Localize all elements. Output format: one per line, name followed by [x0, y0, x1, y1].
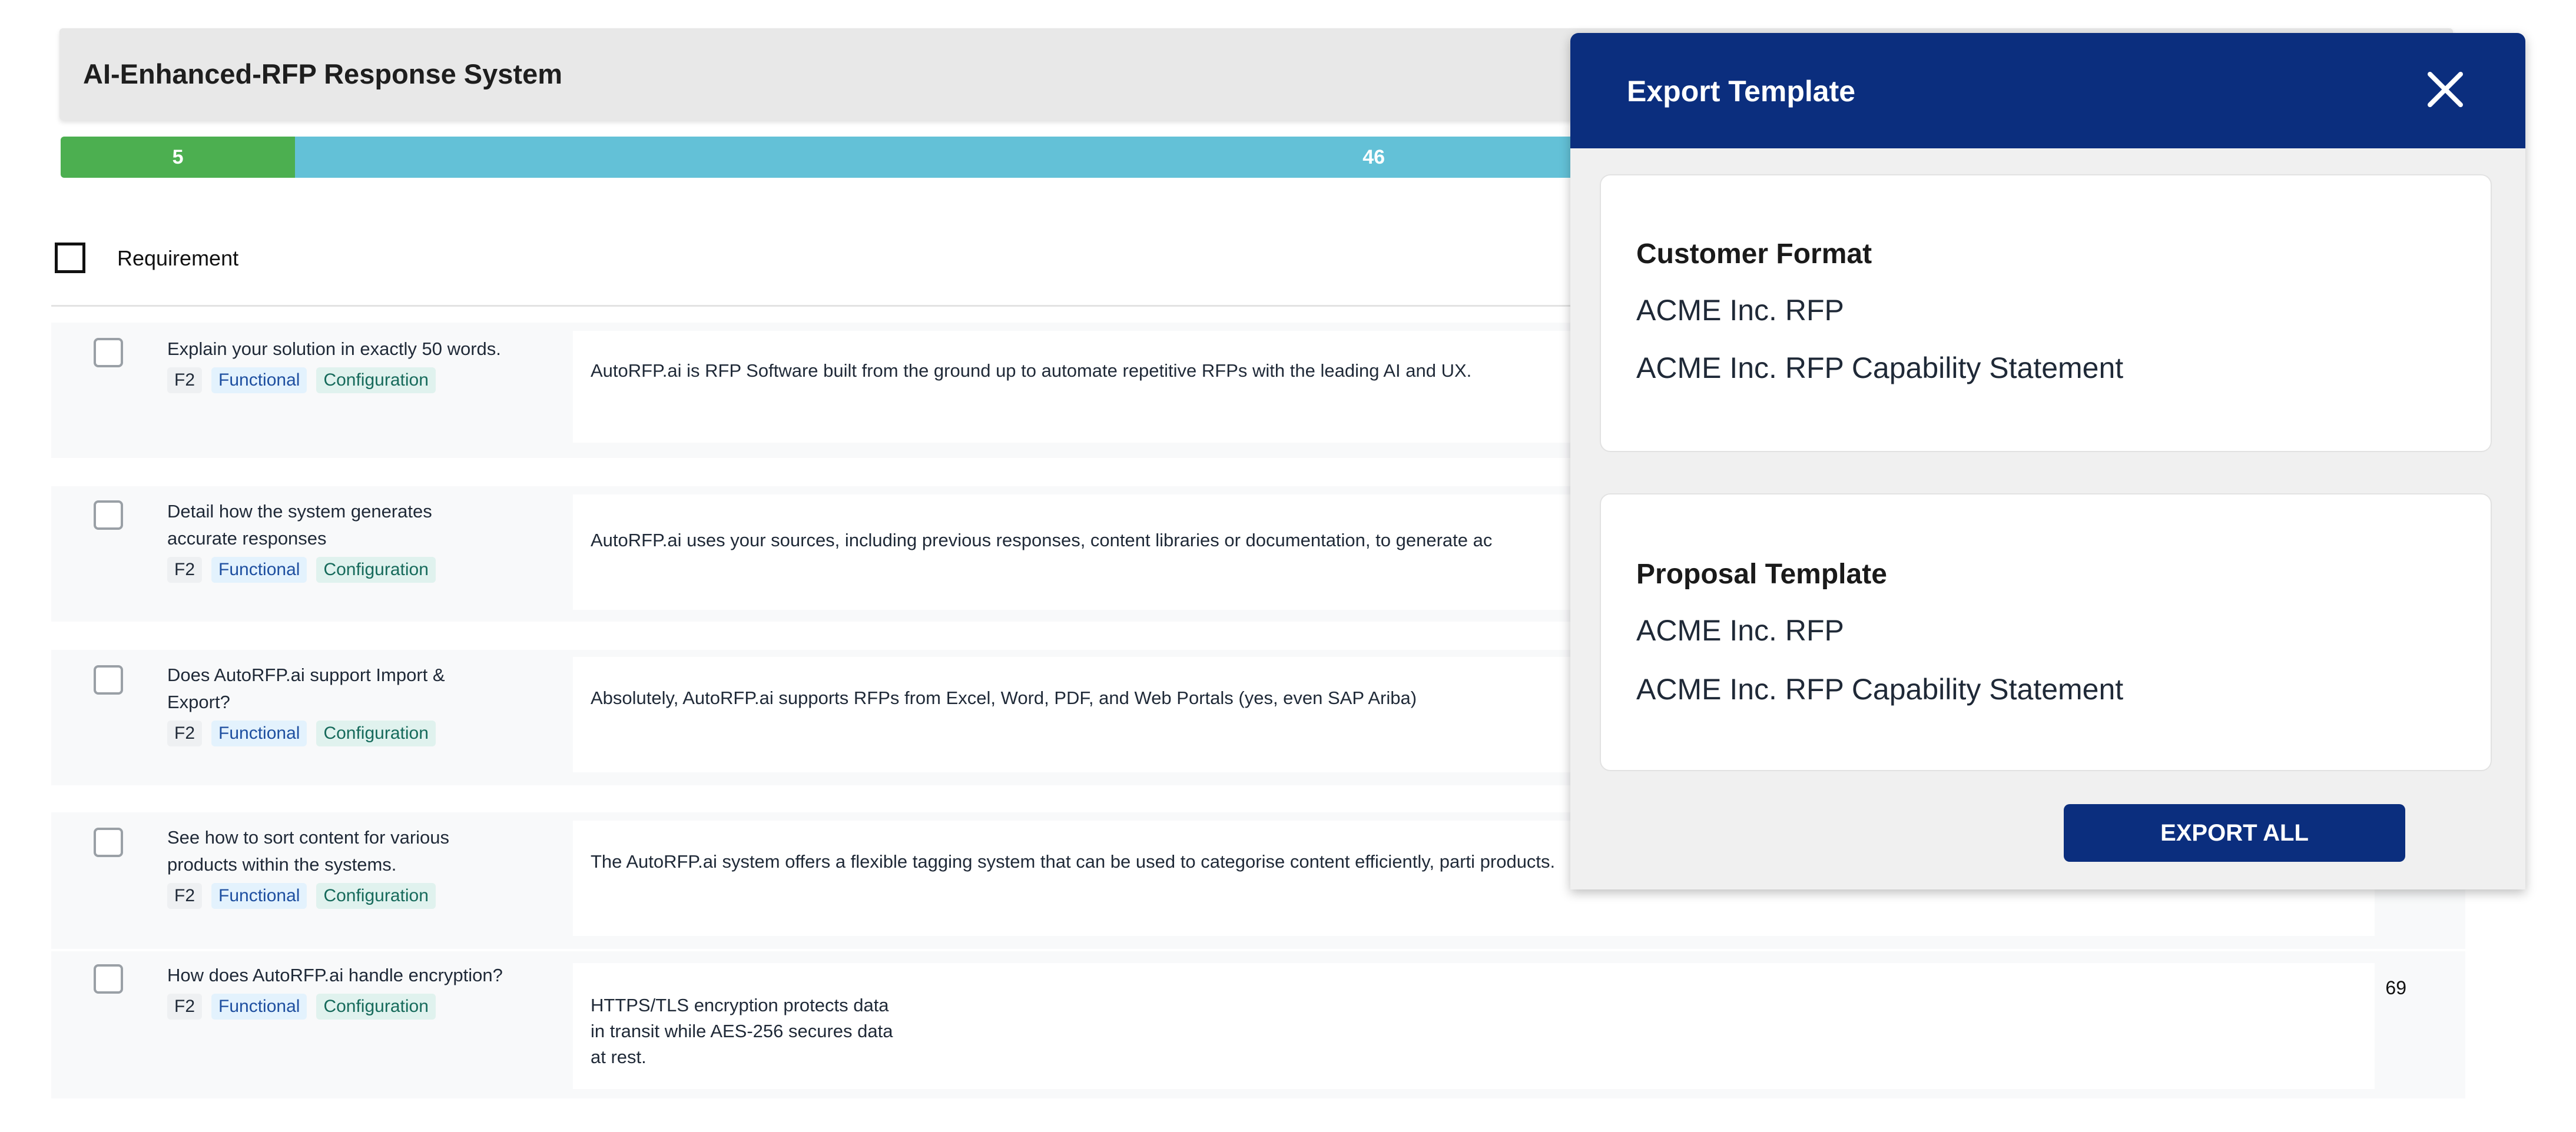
tag-code: F2	[167, 367, 203, 393]
table-row: How does AutoRFP.ai handle encryption? F…	[51, 951, 2465, 1098]
requirement-text: Explain your solution in exactly 50 word…	[167, 338, 501, 359]
tag-functional: Functional	[211, 721, 307, 746]
tag-list: F2 Functional Configuration	[167, 367, 550, 393]
tag-configuration: Configuration	[316, 994, 436, 1020]
tag-functional: Functional	[211, 367, 307, 393]
requirement-column-header: Requirement	[117, 246, 239, 270]
row-checkbox[interactable]	[94, 828, 123, 857]
panel-title: Export Template	[1627, 75, 1856, 108]
answer-text: HTTPS/TLS encryption protects data in tr…	[591, 995, 893, 1067]
select-all-checkbox[interactable]	[55, 243, 85, 273]
requirement-cell: Explain your solution in exactly 50 word…	[167, 336, 550, 393]
tag-code: F2	[167, 721, 203, 746]
proposal-template-card: Proposal Template ACME Inc. RFP ACME Inc…	[1600, 493, 2492, 771]
requirement-text: Detail how the system generates accurate…	[167, 501, 432, 549]
progress-segment-completed: 5	[61, 137, 296, 178]
tag-list: F2 Functional Configuration	[167, 721, 497, 746]
tag-functional: Functional	[211, 994, 307, 1020]
customer-format-option[interactable]: ACME Inc. RFP Capability Statement	[1636, 351, 2123, 385]
tag-configuration: Configuration	[316, 721, 436, 746]
tag-list: F2 Functional Configuration	[167, 883, 497, 909]
requirement-cell: Detail how the system generates accurate…	[167, 498, 497, 583]
panel-header: Export Template	[1570, 33, 2525, 148]
tag-configuration: Configuration	[316, 557, 436, 583]
app-title: AI-Enhanced-RFP Response System	[83, 58, 563, 89]
requirement-cell: How does AutoRFP.ai handle encryption? F…	[167, 962, 550, 1020]
tag-code: F2	[167, 994, 203, 1020]
proposal-template-option[interactable]: ACME Inc. RFP	[1636, 613, 1844, 648]
tag-code: F2	[167, 883, 203, 909]
customer-format-title: Customer Format	[1636, 238, 1872, 270]
tag-list: F2 Functional Configuration	[167, 557, 497, 583]
tag-functional: Functional	[211, 557, 307, 583]
requirement-text: Does AutoRFP.ai support Import & Export?	[167, 665, 445, 712]
tag-functional: Functional	[211, 883, 307, 909]
row-checkbox[interactable]	[94, 338, 123, 367]
tag-configuration: Configuration	[316, 367, 436, 393]
row-checkbox[interactable]	[94, 665, 123, 695]
row-checkbox[interactable]	[94, 964, 123, 994]
requirement-cell: Does AutoRFP.ai support Import & Export?…	[167, 662, 497, 746]
customer-format-card: Customer Format ACME Inc. RFP ACME Inc. …	[1600, 174, 2492, 452]
tag-configuration: Configuration	[316, 883, 436, 909]
tag-code: F2	[167, 557, 203, 583]
proposal-template-option[interactable]: ACME Inc. RFP Capability Statement	[1636, 672, 2123, 706]
close-icon[interactable]	[2424, 68, 2466, 111]
export-all-button[interactable]: EXPORT ALL	[2064, 804, 2405, 862]
tag-list: F2 Functional Configuration	[167, 994, 550, 1020]
score-value: 69	[2385, 977, 2406, 998]
requirement-text: See how to sort content for various prod…	[167, 827, 450, 875]
row-checkbox[interactable]	[94, 500, 123, 530]
export-template-panel: Export Template Customer Format ACME Inc…	[1570, 33, 2525, 889]
requirement-text: How does AutoRFP.ai handle encryption?	[167, 965, 503, 985]
proposal-template-title: Proposal Template	[1636, 559, 1887, 590]
customer-format-option[interactable]: ACME Inc. RFP	[1636, 293, 1844, 327]
requirement-cell: See how to sort content for various prod…	[167, 824, 497, 909]
answer-cell[interactable]: HTTPS/TLS encryption protects data in tr…	[573, 963, 2375, 1089]
